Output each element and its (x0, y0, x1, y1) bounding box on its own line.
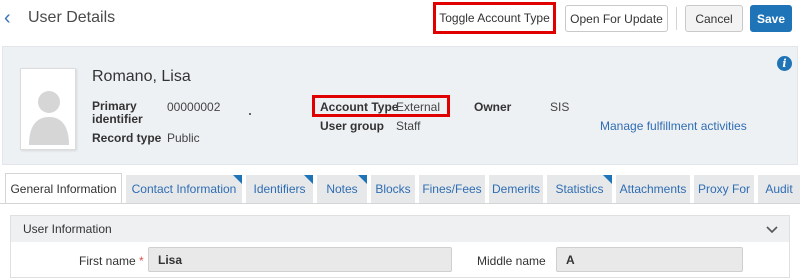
account-type-label: Account Type (320, 100, 399, 114)
chevron-down-icon[interactable] (765, 222, 779, 236)
tab-proxy-for[interactable]: Proxy For (694, 175, 754, 203)
tab-underline (0, 203, 800, 204)
info-icon[interactable]: i (777, 56, 792, 71)
record-type-label: Record type (92, 131, 162, 145)
user-group-value: Staff (396, 119, 421, 133)
tab-label: Identifiers (253, 182, 306, 196)
middle-name-label: Middle name (477, 254, 546, 268)
tab-audit[interactable]: Audit (758, 175, 800, 203)
owner-label: Owner (474, 100, 512, 114)
back-chevron-icon[interactable]: ‹ (4, 8, 18, 28)
first-name-label: First name * (79, 254, 144, 268)
tab-label: Fines/Fees (422, 182, 482, 196)
tab-demerits[interactable]: Demerits (489, 175, 543, 203)
tab-attachments[interactable]: Attachments (616, 175, 690, 203)
user-group-label: User group (320, 119, 385, 133)
first-name-field[interactable] (148, 247, 452, 272)
tab-label: Demerits (491, 182, 540, 196)
user-silhouette-icon (29, 91, 69, 145)
toggle-account-type-button[interactable]: Toggle Account Type (433, 2, 556, 34)
tab-contact-information[interactable]: Contact Information (126, 175, 242, 203)
page-header: ‹ User Details Toggle Account Type Open … (0, 0, 800, 38)
toolbar-divider (676, 7, 677, 30)
tab-label: Proxy For (697, 182, 750, 196)
tab-flag-icon (233, 175, 242, 184)
section-title: User Information (23, 222, 112, 236)
open-for-update-button[interactable]: Open For Update (565, 5, 668, 32)
tab-flag-icon (304, 175, 313, 184)
middle-name-field[interactable] (556, 247, 743, 272)
tab-label: General Information (10, 182, 117, 196)
tab-label: Statistics (555, 182, 604, 196)
user-profile-card: i Romano, Lisa Primary identifier 000000… (2, 46, 798, 165)
page-title: User Details (28, 9, 116, 26)
separator-dot (249, 113, 251, 115)
tab-label: Attachments (619, 182, 687, 196)
primary-identifier-label: Primary identifier (92, 99, 143, 126)
tab-statistics[interactable]: Statistics (547, 175, 612, 203)
first-name-label-text: First name (79, 254, 136, 268)
tab-general-information[interactable]: General Information (5, 173, 122, 204)
save-button[interactable]: Save (750, 5, 792, 32)
owner-value: SIS (550, 100, 570, 114)
record-type-value: Public (167, 131, 200, 145)
tab-identifiers[interactable]: Identifiers (246, 175, 313, 203)
tab-flag-icon (358, 175, 367, 184)
user-name: Romano, Lisa (92, 68, 191, 85)
tab-label: Notes (326, 182, 358, 196)
manage-fulfillment-link[interactable]: Manage fulfillment activities (600, 119, 747, 133)
tab-blocks[interactable]: Blocks (371, 175, 415, 203)
avatar (20, 68, 76, 150)
required-marker: * (139, 254, 144, 268)
tab-label: Contact Information (131, 182, 237, 196)
tab-flag-icon (603, 175, 612, 184)
tab-label: Audit (765, 182, 793, 196)
section-header[interactable]: User Information (11, 216, 789, 242)
cancel-button[interactable]: Cancel (685, 5, 743, 32)
tab-bar: General Information Contact Information … (0, 173, 800, 204)
user-information-section: User Information First name * Middle nam… (10, 215, 790, 278)
tab-label: Blocks (375, 182, 411, 196)
tab-fines-fees[interactable]: Fines/Fees (419, 175, 485, 203)
tab-notes[interactable]: Notes (317, 175, 367, 203)
account-type-value: External (396, 100, 441, 114)
primary-identifier-value: 00000002 (167, 100, 221, 114)
